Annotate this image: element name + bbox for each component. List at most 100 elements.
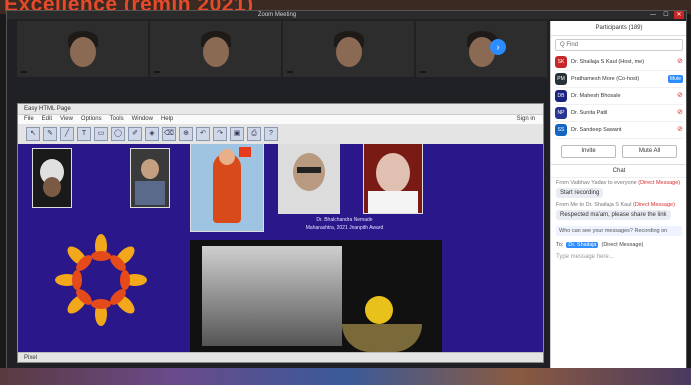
line-icon[interactable]: ╱ [60, 127, 74, 141]
chevron-right-icon[interactable]: › [490, 39, 506, 55]
participant-row[interactable]: DB Dr. Mahesh Bhosale ⊘ [555, 88, 683, 105]
glasses-shape [297, 167, 321, 173]
menu-window[interactable]: Window [132, 115, 153, 124]
invite-button[interactable]: Invite [561, 145, 616, 158]
avatar: SK [555, 56, 567, 68]
pot-shape [342, 324, 422, 352]
mic-muted-icon[interactable]: ⊘ [677, 92, 683, 100]
participant-actions: Invite Mute All [551, 139, 686, 164]
shared-app-title: Easy HTML Page [18, 104, 543, 115]
mic-muted-icon[interactable]: ⊘ [677, 109, 683, 117]
menu-bar: File Edit View Options Tools Window Help… [18, 115, 543, 124]
collar-shape [368, 191, 418, 213]
menu-options[interactable]: Options [81, 115, 102, 124]
video-tile[interactable] [150, 21, 281, 77]
tile-name [287, 71, 293, 73]
diya-petal [67, 289, 92, 314]
undo-icon[interactable]: ↶ [196, 127, 210, 141]
building-shape [202, 246, 342, 346]
diya-petal [91, 299, 111, 326]
pen-icon[interactable]: ✎ [43, 127, 57, 141]
print-icon[interactable]: ⎙ [247, 127, 261, 141]
participant-name: Dr. Sunita Patil [571, 110, 608, 116]
participant-name: Dr. Sandeep Sawant [571, 127, 622, 133]
chat-header: Chat [551, 164, 686, 178]
save-icon[interactable]: ▣ [230, 127, 244, 141]
menu-view[interactable]: View [60, 115, 73, 124]
zoom-icon[interactable]: ⊕ [179, 127, 193, 141]
text-icon[interactable]: T [77, 127, 91, 141]
sun-flower-shape [365, 296, 393, 324]
mic-muted-icon[interactable]: ⊘ [677, 126, 683, 134]
redo-icon[interactable]: ↷ [213, 127, 227, 141]
participant-name: Dr. Mahesh Bhosale [571, 93, 621, 99]
face-shape [43, 177, 61, 197]
caption-line: Dr. Bhalchandra Nemade [316, 217, 373, 223]
minimize-button[interactable]: — [648, 11, 658, 19]
building-photo [190, 240, 442, 352]
portrait-image [130, 148, 170, 208]
message-meta: From Vaibhav Yadav to everyone [556, 180, 637, 186]
window-title: Zoom Meeting [257, 12, 297, 18]
participant-search-input[interactable]: Q Find [555, 39, 683, 51]
portrait-image [278, 144, 340, 214]
mic-muted-icon[interactable]: ⊘ [677, 58, 683, 66]
participant-row[interactable]: SS Dr. Sandeep Sawant ⊘ [555, 122, 683, 139]
chat-message-input[interactable]: Type message here... [556, 252, 682, 262]
close-button[interactable]: ✕ [674, 11, 684, 19]
status-bar: Pixel [18, 352, 543, 362]
portrait-caption: Dr. Bhalchandra Nemade Maharashtra, 2021… [272, 216, 417, 232]
body-shape [135, 181, 165, 205]
participants-header: Participants (189) [551, 21, 686, 36]
avatar: SS [555, 124, 567, 136]
participant-row[interactable]: NP Dr. Sunita Patil ⊘ [555, 105, 683, 122]
participant-name: Dr. Shailaja S Kaul (Host, me) [571, 59, 645, 65]
help-icon[interactable]: ? [264, 127, 278, 141]
window-controls: — ☐ ✕ [648, 11, 684, 19]
avatar: PM [555, 73, 567, 85]
mute-button[interactable]: Mute [667, 75, 683, 83]
recipient-row: To: Dr. Shailaja (Direct Message) [551, 240, 686, 250]
message-meta: From Me to Dr. Shailaja S Kaul [556, 202, 632, 208]
diya-petal [67, 246, 92, 271]
video-tile[interactable] [416, 21, 547, 77]
direct-message-tag: (Direct Message) [638, 180, 681, 186]
arrow-icon[interactable]: ↖ [26, 127, 40, 141]
message-bubble: Respected ma'am, please share the link [556, 210, 671, 220]
face-shape [376, 153, 410, 193]
brush-icon[interactable]: ✐ [128, 127, 142, 141]
menu-edit[interactable]: Edit [42, 115, 52, 124]
participant-row[interactable]: PM Prathamesh More (Co-host) Mute [555, 71, 683, 88]
avatar: DB [555, 90, 567, 102]
diya-petal [110, 289, 135, 314]
rect-icon[interactable]: ▭ [94, 127, 108, 141]
maximize-button[interactable]: ☐ [661, 11, 671, 19]
diya-petal [120, 270, 147, 290]
sign-in-link[interactable]: Sign in [517, 115, 535, 124]
avatar: NP [555, 107, 567, 119]
video-tile[interactable] [283, 21, 414, 77]
menu-file[interactable]: File [24, 115, 34, 124]
oval-icon[interactable]: ◯ [111, 127, 125, 141]
to-label: To: [556, 242, 564, 248]
chat-message: From Vaibhav Yadav to everyone (Direct M… [551, 178, 686, 200]
caption-line: Maharashtra, 2021 Jnanpith Award [305, 225, 384, 231]
participant-name: Prathamesh More (Co-host) [571, 76, 640, 82]
menu-tools[interactable]: Tools [110, 115, 124, 124]
person-face [202, 37, 229, 67]
diya-petal [110, 246, 135, 271]
video-tile[interactable] [17, 21, 148, 77]
mute-all-button[interactable]: Mute All [622, 145, 677, 158]
goddess-image [190, 144, 264, 232]
recipient-dropdown[interactable]: Dr. Shailaja [566, 242, 599, 248]
person-face [335, 37, 362, 67]
flag-shape [239, 147, 251, 157]
participant-list: SK Dr. Shailaja S Kaul (Host, me) ⊘ PM P… [551, 54, 686, 139]
face-shape [141, 159, 159, 179]
menu-help[interactable]: Help [161, 115, 173, 124]
person-face [69, 37, 96, 67]
erase-icon[interactable]: ⌫ [162, 127, 176, 141]
participant-row[interactable]: SK Dr. Shailaja S Kaul (Host, me) ⊘ [555, 54, 683, 71]
tile-name [154, 71, 160, 73]
fill-icon[interactable]: ◈ [145, 127, 159, 141]
